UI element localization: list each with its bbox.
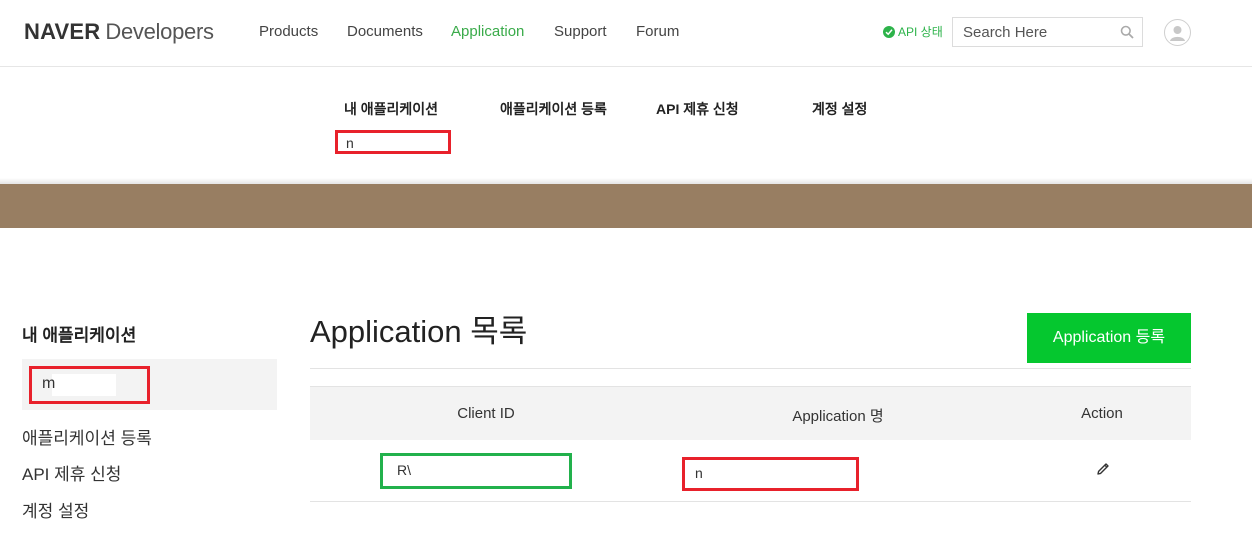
sidebar-item-api-partnership[interactable]: API 제휴 신청 (22, 460, 121, 485)
check-circle-icon (883, 26, 895, 38)
subnav-app-dropdown-item[interactable]: n (335, 130, 451, 154)
nav-products[interactable]: Products (259, 23, 318, 41)
sidebar-title: 내 애플리케이션 (22, 326, 137, 345)
sidebar-item-account-settings[interactable]: 계정 설정 (22, 497, 89, 522)
sidebar-item-register[interactable]: 애플리케이션 등록 (22, 424, 152, 449)
title-divider (310, 368, 1191, 369)
api-status-label: API 상태 (898, 25, 943, 39)
column-application-name: Application 명 (792, 408, 884, 425)
logo-brand: NAVER (24, 19, 101, 44)
search-box (952, 17, 1143, 47)
pencil-edit-icon[interactable] (1095, 461, 1111, 477)
sidebar-app-name: m (42, 375, 56, 392)
client-id-value: R\ (397, 462, 411, 478)
table-header: Client ID Application 명 Action (310, 386, 1191, 440)
search-icon[interactable] (1120, 25, 1134, 39)
application-name-cell[interactable]: n (682, 457, 859, 491)
nav-documents[interactable]: Documents (347, 23, 423, 41)
api-status-link[interactable]: API 상태 (883, 25, 943, 39)
top-header: NAVER Developers Products Documents Appli… (0, 0, 1252, 67)
nav-support[interactable]: Support (554, 23, 607, 41)
subnav-register-application[interactable]: 애플리케이션 등록 (500, 99, 607, 119)
application-name-value: n (695, 465, 703, 481)
column-client-id: Client ID (457, 405, 515, 422)
register-application-button[interactable]: Application 등록 (1027, 313, 1191, 363)
naver-developers-logo[interactable]: NAVER Developers (24, 19, 214, 45)
logo-suffix: Developers (105, 19, 214, 44)
redacted-area (52, 374, 116, 396)
subnav-app-name: n (346, 135, 354, 151)
column-action: Action (1081, 405, 1123, 422)
subnav-my-applications[interactable]: 내 애플리케이션 (344, 99, 438, 119)
table-row-divider (310, 501, 1191, 502)
client-id-cell: R\ (380, 453, 572, 489)
user-avatar-icon[interactable] (1164, 19, 1191, 46)
subnav-account-settings[interactable]: 계정 설정 (812, 99, 867, 119)
nav-forum[interactable]: Forum (636, 23, 679, 41)
nav-application[interactable]: Application (451, 23, 524, 41)
search-input[interactable] (963, 23, 1113, 41)
subnav-api-partnership[interactable]: API 제휴 신청 (656, 99, 739, 119)
sidebar-app-item[interactable]: m (29, 366, 150, 404)
page-banner (0, 184, 1252, 228)
page-title: Application 목록 (310, 314, 528, 349)
